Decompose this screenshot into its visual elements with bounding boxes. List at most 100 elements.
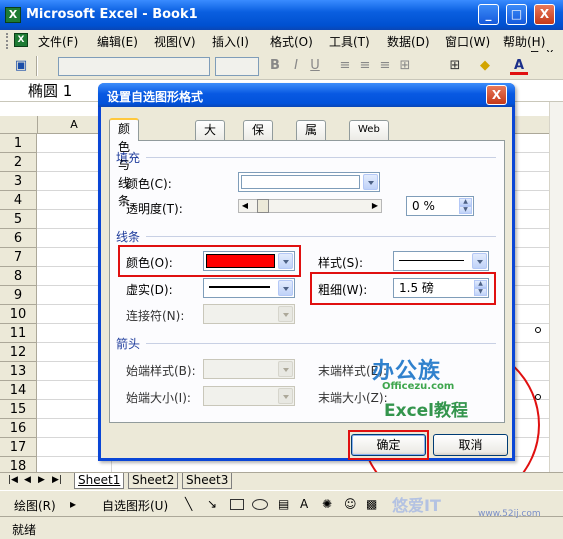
close-button[interactable]: X <box>534 4 555 25</box>
chevron-down-icon[interactable] <box>278 280 293 296</box>
chevron-down-icon[interactable] <box>363 174 378 190</box>
chevron-down-icon[interactable] <box>472 253 487 269</box>
slider-left-arrow-icon[interactable]: ◀ <box>239 200 251 212</box>
menu-edit[interactable]: 编辑(E) <box>97 33 138 50</box>
row-header[interactable]: 4 <box>0 191 37 210</box>
chevron-down-icon[interactable] <box>278 361 293 377</box>
transparency-value: 0 % <box>412 199 435 213</box>
row-header[interactable]: 8 <box>0 267 37 286</box>
autoshapes-menu[interactable]: 自选图形(U) <box>102 497 168 514</box>
spin-buttons[interactable]: ▲ ▼ <box>459 198 472 214</box>
align-right-icon[interactable]: ≡ <box>376 57 394 75</box>
cancel-button[interactable]: 取消 <box>433 434 508 456</box>
row-header[interactable]: 5 <box>0 210 37 229</box>
clipart-icon[interactable]: ☺ <box>344 497 357 511</box>
underline-icon[interactable]: U <box>306 57 324 75</box>
row-header[interactable]: 12 <box>0 343 37 362</box>
dialog-close-button[interactable]: X <box>486 85 507 105</box>
picture-icon[interactable]: ▩ <box>366 497 377 511</box>
spin-down-icon[interactable]: ▼ <box>459 206 472 214</box>
oval-icon[interactable] <box>252 499 268 510</box>
diagram-icon[interactable]: ✺ <box>322 497 332 511</box>
last-sheet-icon[interactable]: ▶| <box>52 475 62 485</box>
italic-icon[interactable]: I <box>287 57 305 75</box>
dialog-title: 设置自选图形格式 <box>107 90 204 104</box>
row-header[interactable]: 16 <box>0 419 37 438</box>
begin-style-dropdown[interactable] <box>203 359 295 379</box>
line-style-dropdown[interactable] <box>393 251 489 271</box>
spin-up-icon[interactable]: ▲ <box>459 198 472 206</box>
menu-format[interactable]: 格式(O) <box>270 33 313 50</box>
row-header[interactable]: 17 <box>0 438 37 457</box>
transparency-slider[interactable]: ◀ ▶ <box>238 199 382 213</box>
merge-center-icon[interactable]: ⊞ <box>396 57 414 75</box>
tab-web[interactable]: Web <box>349 120 389 140</box>
row-header[interactable]: 9 <box>0 286 37 305</box>
fill-color-dropdown[interactable] <box>238 172 380 192</box>
draw-menu[interactable]: 绘图(R) <box>14 497 56 514</box>
wordart-icon[interactable]: A <box>300 497 308 511</box>
select-objects-icon[interactable]: ▸ <box>70 497 76 511</box>
align-left-icon[interactable]: ≡ <box>336 57 354 75</box>
menu-tools[interactable]: 工具(T) <box>329 33 370 50</box>
transparency-spinner[interactable]: 0 % ▲ ▼ <box>406 196 474 216</box>
chevron-down-icon[interactable] <box>278 388 293 404</box>
dialog-titlebar[interactable]: 设置自选图形格式 X <box>98 83 515 107</box>
sheet-tab-2[interactable]: Sheet2 <box>128 473 179 489</box>
row-header[interactable]: 10 <box>0 305 37 324</box>
sheet-tab-1[interactable]: Sheet1 <box>74 473 125 489</box>
prev-sheet-icon[interactable]: ◀ <box>24 475 31 485</box>
first-sheet-icon[interactable]: |◀ <box>8 475 18 485</box>
bold-icon[interactable]: B <box>266 57 284 75</box>
connector-dropdown[interactable] <box>203 304 295 324</box>
tab-colors-lines[interactable]: 颜色与线条 <box>109 118 140 208</box>
menu-data[interactable]: 数据(D) <box>387 33 430 50</box>
begin-size-dropdown[interactable] <box>203 386 295 406</box>
menu-file[interactable]: 文件(F) <box>38 33 78 50</box>
borders-icon[interactable]: ⊞ <box>446 57 464 75</box>
row-header[interactable]: 18 <box>0 457 37 472</box>
maximize-button[interactable]: □ <box>506 4 527 25</box>
minimize-button[interactable]: _ <box>478 4 499 25</box>
row-header[interactable]: 13 <box>0 362 37 381</box>
divider <box>146 343 496 344</box>
save-icon[interactable]: ▣ <box>12 57 30 75</box>
row-header[interactable]: 1 <box>0 134 37 153</box>
tab-properties[interactable]: 属性 <box>296 120 327 155</box>
slider-thumb[interactable] <box>257 199 269 213</box>
row-header[interactable]: 7 <box>0 248 37 267</box>
row-header[interactable]: 11 <box>0 324 37 343</box>
menu-view[interactable]: 视图(V) <box>154 33 196 50</box>
arrow-icon[interactable]: ↘ <box>207 497 217 511</box>
font-color-icon[interactable]: A <box>510 57 528 75</box>
row-header[interactable]: 2 <box>0 153 37 172</box>
rectangle-icon[interactable] <box>230 499 244 510</box>
selection-handle[interactable] <box>535 327 541 333</box>
menu-insert[interactable]: 插入(I) <box>212 33 249 50</box>
line-icon[interactable]: ╲ <box>185 497 192 511</box>
slider-right-arrow-icon[interactable]: ▶ <box>369 200 381 212</box>
fill-color-icon[interactable]: ◆ <box>476 57 494 75</box>
sheet-tab-3[interactable]: Sheet3 <box>182 473 233 489</box>
row-header[interactable]: 14 <box>0 381 37 400</box>
dash-dropdown[interactable] <box>203 278 295 298</box>
workbook-icon[interactable]: X <box>14 33 28 47</box>
name-box[interactable]: 椭圆 1 <box>28 82 100 100</box>
align-center-icon[interactable]: ≡ <box>356 57 374 75</box>
tab-size[interactable]: 大小 <box>195 120 226 155</box>
textbox-icon[interactable]: ▤ <box>278 497 289 511</box>
tab-protection[interactable]: 保护 <box>243 120 274 155</box>
font-name-combo[interactable] <box>58 57 210 76</box>
menu-window[interactable]: 窗口(W) <box>445 33 490 50</box>
row-header[interactable]: 6 <box>0 229 37 248</box>
divider <box>146 157 496 158</box>
row-header[interactable]: 3 <box>0 172 37 191</box>
chevron-down-icon[interactable] <box>278 306 293 322</box>
selection-handle[interactable] <box>535 394 541 400</box>
toolbar-grip[interactable] <box>6 33 10 49</box>
font-size-combo[interactable] <box>215 57 259 76</box>
next-sheet-icon[interactable]: ▶ <box>38 475 45 485</box>
dash-label: 虚实(D): <box>126 283 173 297</box>
row-header[interactable]: 15 <box>0 400 37 419</box>
vertical-scrollbar[interactable] <box>549 102 563 472</box>
